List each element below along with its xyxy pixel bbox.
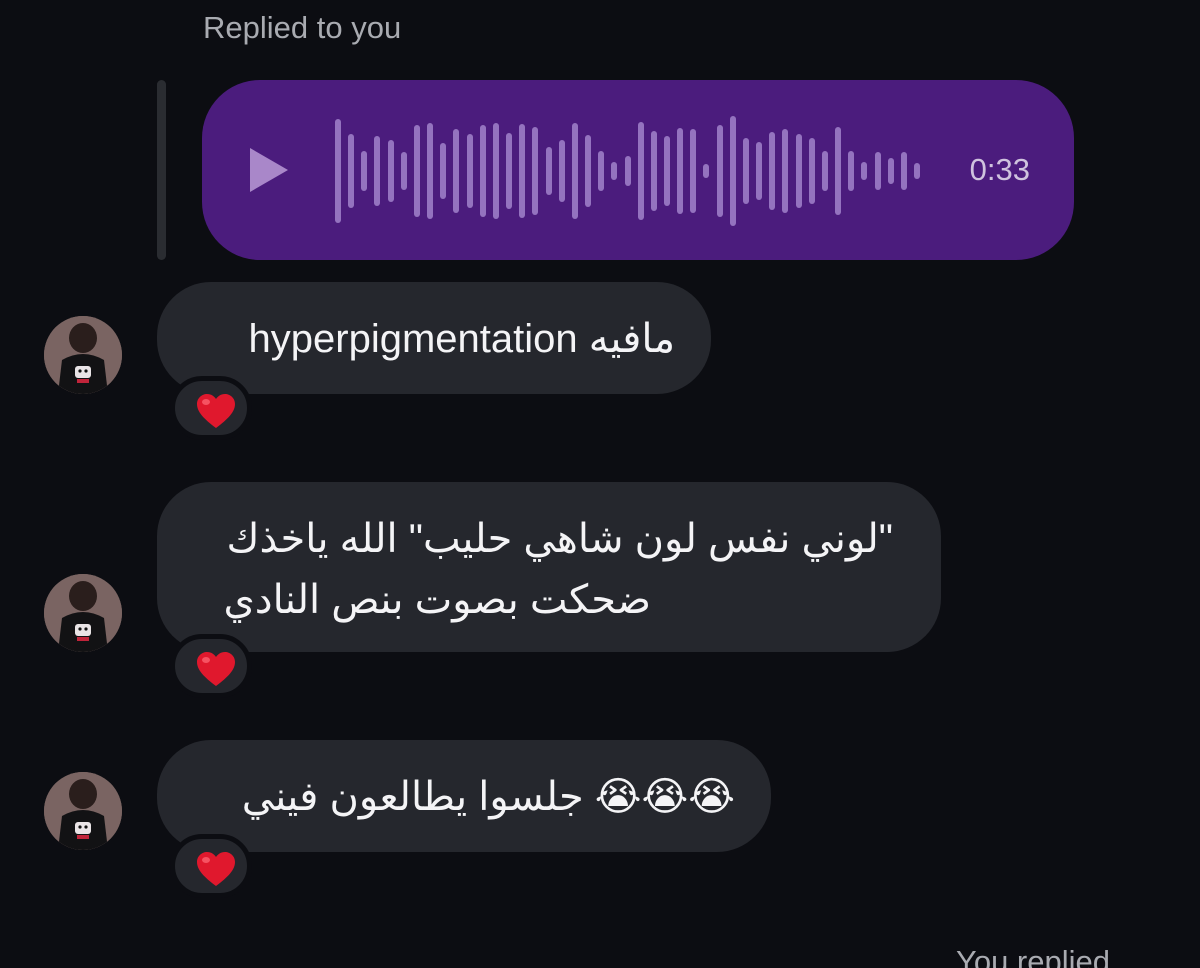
waveform-bar — [624, 156, 631, 186]
waveform-bar — [571, 123, 578, 219]
waveform-bar — [650, 131, 657, 211]
avatar[interactable] — [44, 316, 122, 394]
voice-duration: 0:33 — [969, 152, 1030, 187]
quote-bar — [157, 80, 166, 260]
waveform-bar — [545, 147, 552, 195]
waveform-bar — [663, 136, 670, 206]
waveform[interactable] — [335, 116, 920, 226]
waveform-bar — [821, 151, 828, 191]
waveform-bar — [335, 119, 341, 223]
waveform-bar — [387, 140, 394, 202]
waveform-bar — [427, 123, 434, 219]
play-icon[interactable] — [250, 148, 288, 192]
waveform-bar — [413, 125, 420, 217]
waveform-bar — [598, 151, 605, 191]
reply-label: Replied to you — [203, 10, 402, 45]
waveform-bar — [466, 134, 473, 208]
voice-message[interactable]: 0:33 — [202, 80, 1074, 260]
waveform-bar — [900, 152, 907, 190]
avatar[interactable] — [44, 772, 122, 850]
waveform-bar — [703, 164, 710, 178]
message-text-line: "لوني نفس لون شاهي حليب" الله ياخذك — [226, 517, 893, 561]
waveform-bar — [887, 158, 894, 184]
waveform-bar — [492, 123, 499, 219]
waveform-bar — [479, 125, 486, 217]
waveform-bar — [558, 140, 565, 202]
waveform-bar — [585, 135, 592, 207]
waveform-bar — [506, 133, 513, 209]
message-bubble[interactable]: "لوني نفس لون شاهي حليب" الله ياخذك ضحكت… — [157, 482, 941, 652]
waveform-bar — [374, 136, 381, 206]
waveform-bar — [874, 152, 881, 190]
waveform-bar — [677, 128, 684, 214]
reaction-badge[interactable] — [170, 376, 252, 440]
message-bubble[interactable]: hyperpigmentation مافيه — [157, 282, 711, 394]
waveform-bar — [756, 142, 763, 200]
waveform-bar — [690, 129, 697, 213]
message-bubble[interactable]: جلسوا يطالعون فيني 😭😭😭 — [157, 740, 771, 852]
waveform-bar — [769, 132, 776, 210]
waveform-bar — [914, 163, 920, 179]
waveform-bar — [519, 124, 526, 218]
waveform-bar — [835, 127, 842, 215]
waveform-bar — [742, 138, 749, 204]
waveform-bar — [637, 122, 644, 220]
avatar[interactable] — [44, 574, 122, 652]
waveform-bar — [848, 151, 855, 191]
heart-icon — [197, 652, 235, 686]
waveform-bar — [400, 152, 407, 190]
waveform-bar — [716, 125, 723, 217]
message-text: جلسوا يطالعون فيني 😭😭😭 — [241, 775, 735, 819]
reaction-badge[interactable] — [170, 834, 252, 898]
waveform-bar — [861, 162, 868, 180]
waveform-bar — [795, 134, 802, 208]
waveform-bar — [348, 134, 355, 208]
reaction-badge[interactable] — [170, 634, 252, 698]
waveform-bar — [808, 138, 815, 204]
message-text-line: ضحكت بصوت بنص النادي — [223, 578, 651, 622]
chat-screen: Replied to you 0:33 hyperpigmentation ما… — [0, 0, 1200, 968]
waveform-bar — [611, 162, 618, 180]
message-text: hyperpigmentation مافيه — [248, 317, 675, 361]
waveform-bar — [532, 127, 539, 215]
waveform-bar — [782, 129, 789, 213]
waveform-bar — [361, 151, 368, 191]
you-replied-label: You replied — [956, 944, 1110, 968]
heart-icon — [197, 852, 235, 886]
waveform-bar — [440, 143, 447, 199]
heart-icon — [197, 394, 235, 428]
waveform-bar — [729, 116, 736, 226]
waveform-bar — [453, 129, 460, 213]
